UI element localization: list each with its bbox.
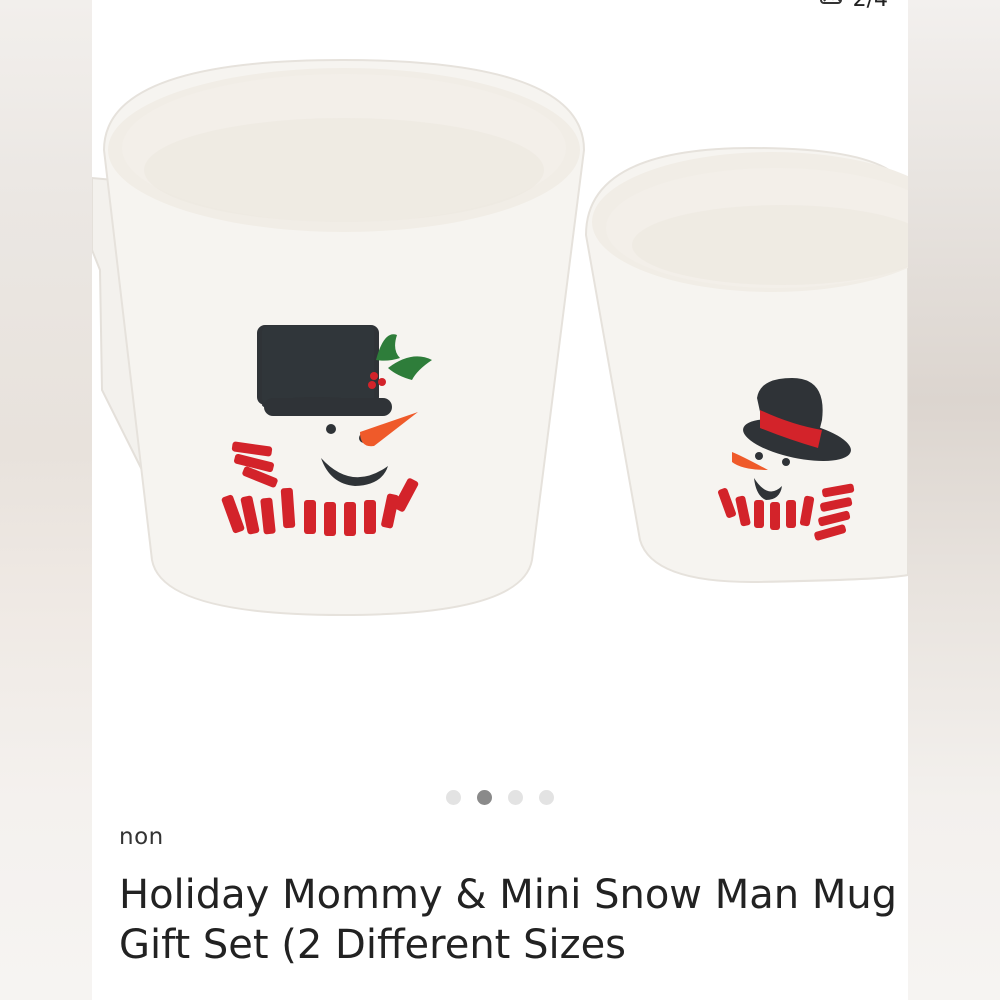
page-dot-4[interactable]	[539, 790, 554, 805]
listing-title: Holiday Mommy & Mini Snow Man Mug Gift S…	[119, 872, 898, 968]
page-dot-1[interactable]	[446, 790, 461, 805]
page-dot-3[interactable]	[508, 790, 523, 805]
large-mug	[92, 58, 586, 617]
blurred-background-right	[908, 0, 1000, 1000]
listing-screen: 2/4	[92, 0, 908, 1000]
brand-label[interactable]: non	[119, 824, 164, 850]
product-photo[interactable]	[92, 0, 908, 770]
carousel-pagination	[92, 790, 908, 805]
blurred-background-left	[0, 0, 92, 1000]
small-mug	[584, 146, 908, 584]
page-dot-2-active[interactable]	[477, 790, 492, 805]
